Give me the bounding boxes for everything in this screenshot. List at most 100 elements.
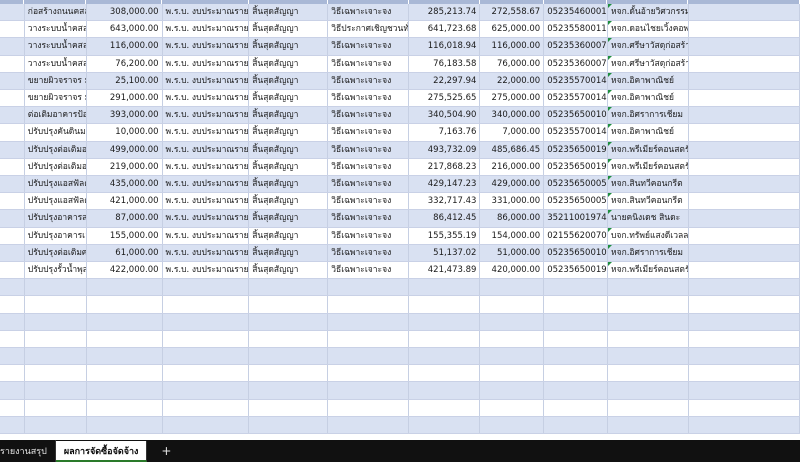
- table-row[interactable]: ปรับปรุงอาคารสนง.87,000.00พ.ร.บ. งบประมา…: [0, 210, 800, 228]
- method-cell[interactable]: วิธีเฉพาะเจาะจง: [328, 176, 409, 193]
- row-gutter-cell[interactable]: [0, 279, 25, 296]
- table-row[interactable]: ปรับปรุงคันดินม.1410,000.00พ.ร.บ. งบประม…: [0, 124, 800, 142]
- status-cell[interactable]: [249, 365, 329, 382]
- median-price-cell[interactable]: 51,137.02: [409, 244, 481, 261]
- row-gutter-cell[interactable]: [0, 193, 25, 210]
- contract-price-cell[interactable]: 154,000.00: [480, 227, 545, 244]
- row-gutter-cell[interactable]: [0, 227, 25, 244]
- extra-cell[interactable]: [689, 279, 800, 296]
- median-price-cell[interactable]: [409, 296, 481, 313]
- funding-source-cell[interactable]: [163, 313, 250, 330]
- median-price-cell[interactable]: 22,297.94: [409, 72, 481, 89]
- status-cell[interactable]: สิ้นสุดสัญญา: [249, 90, 329, 107]
- tax-id-cell[interactable]: [544, 296, 608, 313]
- table-row[interactable]: [0, 416, 800, 434]
- budget-cell[interactable]: [87, 416, 163, 433]
- contractor-cell[interactable]: [608, 382, 689, 399]
- project-name-cell[interactable]: วางระบบน้ำคสล.ม.7: [25, 38, 87, 55]
- contractor-cell[interactable]: หจก.พรีเมียร์คอนสตรัคชั่น2022: [607, 141, 689, 158]
- row-gutter-cell[interactable]: [0, 210, 25, 227]
- contractor-cell[interactable]: [608, 399, 689, 416]
- method-cell[interactable]: [328, 348, 409, 365]
- contract-price-cell[interactable]: [480, 279, 545, 296]
- row-gutter-cell[interactable]: [0, 416, 25, 433]
- project-name-cell[interactable]: [25, 365, 87, 382]
- extra-cell[interactable]: [689, 227, 800, 244]
- tax-id-cell[interactable]: 0523536000725: [544, 38, 608, 55]
- row-gutter-cell[interactable]: [0, 55, 25, 72]
- method-cell[interactable]: วิธีเฉพาะเจาะจง: [328, 4, 409, 21]
- project-name-cell[interactable]: ปรับปรุงรั้วน้ำพุสนง.: [25, 262, 87, 279]
- tax-id-cell[interactable]: 0523558001180: [544, 21, 608, 38]
- contract-price-cell[interactable]: 216,000.00: [480, 158, 545, 175]
- tax-id-cell[interactable]: 0523536000725: [544, 55, 608, 72]
- contract-price-cell[interactable]: [480, 382, 545, 399]
- table-row[interactable]: [0, 399, 800, 417]
- extra-cell[interactable]: [689, 365, 800, 382]
- row-gutter-cell[interactable]: [0, 124, 25, 141]
- budget-cell[interactable]: 87,000.00: [87, 210, 163, 227]
- budget-cell[interactable]: 308,000.00: [87, 4, 163, 21]
- extra-cell[interactable]: [689, 348, 800, 365]
- budget-cell[interactable]: [87, 313, 163, 330]
- spreadsheet-grid[interactable]: ก่อสร้างถนนคสล.ม.2308,000.00พ.ร.บ. งบประ…: [0, 0, 800, 440]
- contractor-cell[interactable]: หจก.ดอนไชยเวิ้งคอพ: [607, 21, 689, 38]
- tax-id-cell[interactable]: [544, 279, 608, 296]
- status-cell[interactable]: สิ้นสุดสัญญา: [249, 141, 329, 158]
- tax-id-cell[interactable]: [544, 382, 608, 399]
- contractor-cell[interactable]: [608, 416, 689, 433]
- extra-cell[interactable]: [689, 4, 800, 21]
- table-row[interactable]: ต่อเติมอาคารป้องกันฯ393,000.00พ.ร.บ. งบป…: [0, 107, 800, 125]
- project-name-cell[interactable]: ขยายผิวจราจร ม.13: [25, 72, 87, 89]
- budget-cell[interactable]: [87, 296, 163, 313]
- funding-source-cell[interactable]: พ.ร.บ. งบประมาณรายจ่าย: [163, 158, 250, 175]
- budget-cell[interactable]: 76,200.00: [87, 55, 163, 72]
- method-cell[interactable]: วิธีเฉพาะเจาะจง: [328, 193, 409, 210]
- status-cell[interactable]: สิ้นสุดสัญญา: [249, 124, 329, 141]
- funding-source-cell[interactable]: พ.ร.บ. งบประมาณรายจ่าย: [163, 107, 250, 124]
- budget-cell[interactable]: 61,000.00: [87, 244, 163, 261]
- status-cell[interactable]: สิ้นสุดสัญญา: [249, 38, 329, 55]
- row-gutter-cell[interactable]: [0, 330, 25, 347]
- project-name-cell[interactable]: ปรับปรุงต่อเติมอาคารเ: [25, 141, 87, 158]
- median-price-cell[interactable]: [409, 416, 481, 433]
- median-price-cell[interactable]: 217,868.23: [409, 158, 481, 175]
- method-cell[interactable]: วิธีเฉพาะเจาะจง: [328, 141, 409, 158]
- row-gutter-cell[interactable]: [0, 348, 25, 365]
- table-row[interactable]: [0, 382, 800, 400]
- project-name-cell[interactable]: ปรับปรุงแอสฟัลต์ ม.1: [25, 193, 87, 210]
- tax-id-cell[interactable]: 0523546000132: [544, 4, 608, 21]
- median-price-cell[interactable]: 332,717.43: [409, 193, 481, 210]
- budget-cell[interactable]: 435,000.00: [87, 176, 163, 193]
- contract-price-cell[interactable]: 7,000.00: [480, 124, 545, 141]
- contract-price-cell[interactable]: [480, 330, 545, 347]
- row-gutter-cell[interactable]: [0, 296, 25, 313]
- status-cell[interactable]: [249, 399, 329, 416]
- budget-cell[interactable]: [87, 382, 163, 399]
- method-cell[interactable]: [328, 313, 409, 330]
- extra-cell[interactable]: [689, 416, 800, 433]
- status-cell[interactable]: [249, 313, 329, 330]
- extra-cell[interactable]: [689, 176, 800, 193]
- contractor-cell[interactable]: [608, 279, 689, 296]
- funding-source-cell[interactable]: [163, 416, 250, 433]
- method-cell[interactable]: วิธีเฉพาะเจาะจง: [328, 107, 409, 124]
- median-price-cell[interactable]: [409, 348, 481, 365]
- tax-id-cell[interactable]: 0523565001076: [544, 244, 608, 261]
- row-gutter-cell[interactable]: [0, 21, 25, 38]
- table-row[interactable]: [0, 279, 800, 297]
- extra-cell[interactable]: [689, 141, 800, 158]
- status-cell[interactable]: สิ้นสุดสัญญา: [249, 210, 329, 227]
- tax-id-cell[interactable]: 3521100197401: [544, 210, 608, 227]
- contractor-cell[interactable]: [608, 348, 689, 365]
- tax-id-cell[interactable]: 0523565001076: [544, 107, 608, 124]
- status-cell[interactable]: สิ้นสุดสัญญา: [249, 227, 329, 244]
- contractor-cell[interactable]: บจก.ทรัพย์แสงดีเวลลอปเม้นท์: [607, 227, 689, 244]
- project-name-cell[interactable]: [25, 399, 87, 416]
- funding-source-cell[interactable]: พ.ร.บ. งบประมาณรายจ่าย: [163, 262, 250, 279]
- row-gutter-cell[interactable]: [0, 38, 25, 55]
- median-price-cell[interactable]: [409, 365, 481, 382]
- budget-cell[interactable]: 10,000.00: [87, 124, 163, 141]
- project-name-cell[interactable]: ปรับปรุงแอสฟัลต์ ม.13: [25, 176, 87, 193]
- tax-id-cell[interactable]: 0523565000534: [544, 193, 608, 210]
